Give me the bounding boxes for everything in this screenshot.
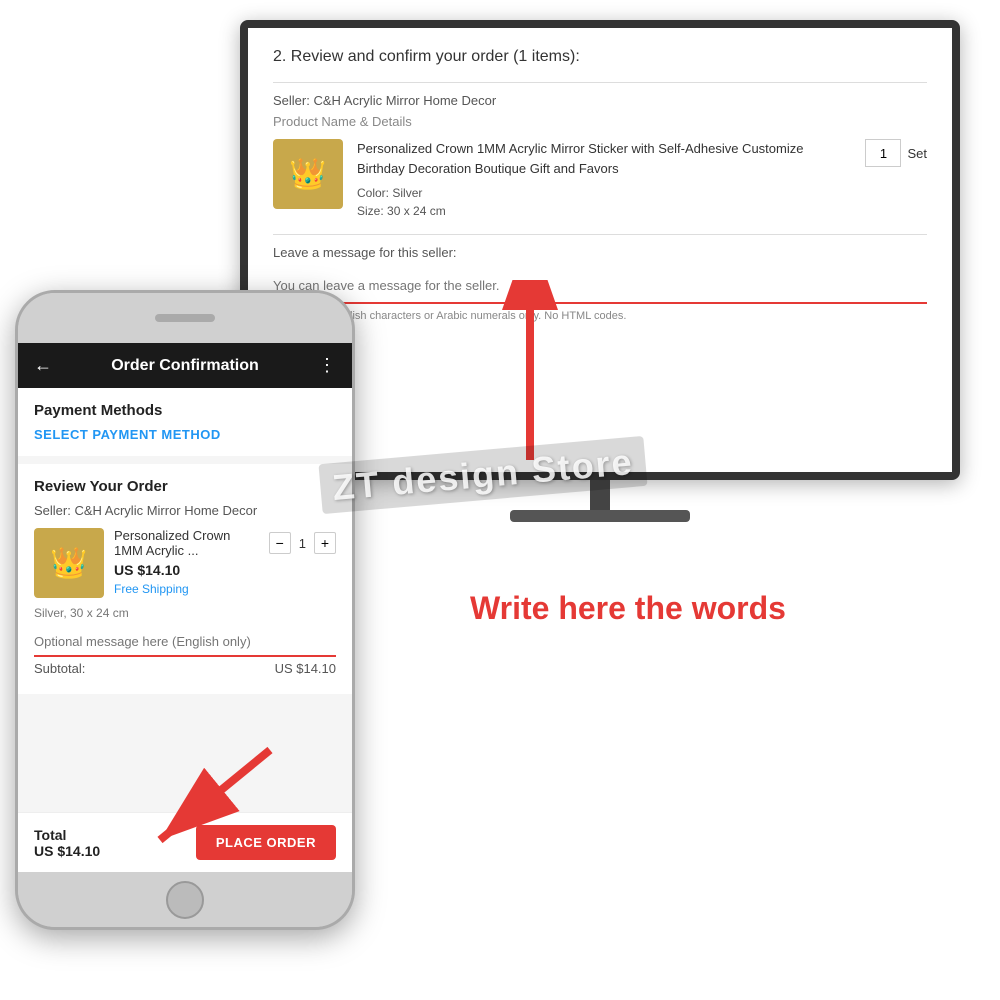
phone-home-button[interactable] [166, 881, 204, 919]
phone-product-details: Personalized Crown 1MM Acrylic ... US $1… [114, 528, 259, 596]
phone-quantity-value: 1 [299, 536, 306, 551]
monitor-base [510, 510, 690, 522]
mobile-phone: ← Order Confirmation ⋮ Payment Methods S… [15, 290, 355, 930]
qty-plus-button[interactable]: + [314, 532, 336, 554]
phone-total-amount: US $14.10 [34, 843, 100, 859]
color-value: Silver [392, 186, 422, 200]
desktop-product-label: Product Name & Details [273, 114, 927, 129]
desktop-section-title: 2. Review and confirm your order (1 item… [273, 48, 927, 66]
desktop-product-attrs: Color: Silver Size: 30 x 24 cm [357, 184, 851, 220]
phone-total-label: Total [34, 827, 100, 843]
phone-crown-icon: 👑 [50, 546, 87, 581]
color-label: Color: [357, 186, 389, 200]
size-label: Size: [357, 204, 384, 218]
phone-product-price: US $14.10 [114, 562, 259, 578]
desktop-message-input[interactable] [273, 268, 927, 304]
phone-product-thumbnail: 👑 [34, 528, 104, 598]
phone-body: Payment Methods SELECT PAYMENT METHOD Re… [18, 388, 352, 812]
write-here-label: Write here the words [470, 590, 786, 627]
qty-minus-button[interactable]: − [269, 532, 291, 554]
payment-methods-title: Payment Methods [34, 402, 336, 419]
desktop-quantity-input[interactable] [865, 139, 901, 167]
desktop-seller-label: Seller: C&H Acrylic Mirror Home Decor [273, 93, 927, 108]
phone-screen: ← Order Confirmation ⋮ Payment Methods S… [18, 343, 352, 872]
review-order-section: Review Your Order Seller: C&H Acrylic Mi… [18, 464, 352, 694]
phone-footer-total: Total US $14.10 [34, 827, 100, 859]
phone-product-name: Personalized Crown 1MM Acrylic ... [114, 528, 259, 558]
desktop-product-row: 👑 Personalized Crown 1MM Acrylic Mirror … [273, 139, 927, 220]
more-icon[interactable]: ⋮ [318, 355, 336, 376]
phone-subtotal-row: Subtotal: US $14.10 [34, 661, 336, 676]
crown-icon: 👑 [289, 157, 326, 192]
payment-methods-section: Payment Methods SELECT PAYMENT METHOD [18, 388, 352, 456]
desktop-qty-unit: Set [907, 146, 927, 161]
phone-top-bar [18, 293, 352, 343]
phone-header: ← Order Confirmation ⋮ [18, 343, 352, 388]
size-value: 30 x 24 cm [387, 204, 446, 218]
phone-message-input[interactable] [34, 628, 336, 655]
phone-seller-label: Seller: C&H Acrylic Mirror Home Decor [34, 503, 336, 518]
desktop-product-name: Personalized Crown 1MM Acrylic Mirror St… [357, 139, 851, 178]
phone-qty-row: − 1 + [269, 532, 336, 554]
review-order-title: Review Your Order [34, 478, 336, 495]
desktop-qty-box: Set [865, 139, 927, 167]
monitor-neck [590, 480, 610, 510]
phone-footer: Total US $14.10 PLACE ORDER [18, 812, 352, 872]
subtotal-label: Subtotal: [34, 661, 85, 676]
phone-speaker [155, 314, 215, 322]
phone-product-row: 👑 Personalized Crown 1MM Acrylic ... US … [34, 528, 336, 598]
phone-variant-label: Silver, 30 x 24 cm [34, 606, 336, 620]
subtotal-value: US $14.10 [275, 661, 336, 676]
phone-message-input-wrap [34, 628, 336, 657]
phone-shipping-label: Free Shipping [114, 582, 259, 596]
phone-bottom-bar [18, 872, 352, 927]
desktop-message-label: Leave a message for this seller: [273, 245, 927, 260]
phone-header-title: Order Confirmation [111, 357, 259, 375]
desktop-product-thumbnail: 👑 [273, 139, 343, 209]
desktop-product-info: Personalized Crown 1MM Acrylic Mirror St… [357, 139, 851, 220]
select-payment-method-link[interactable]: SELECT PAYMENT METHOD [34, 427, 336, 442]
place-order-button[interactable]: PLACE ORDER [196, 825, 336, 860]
desktop-message-hint: Max. 1,000 English characters or Arabic … [273, 310, 927, 322]
back-icon[interactable]: ← [34, 355, 52, 376]
